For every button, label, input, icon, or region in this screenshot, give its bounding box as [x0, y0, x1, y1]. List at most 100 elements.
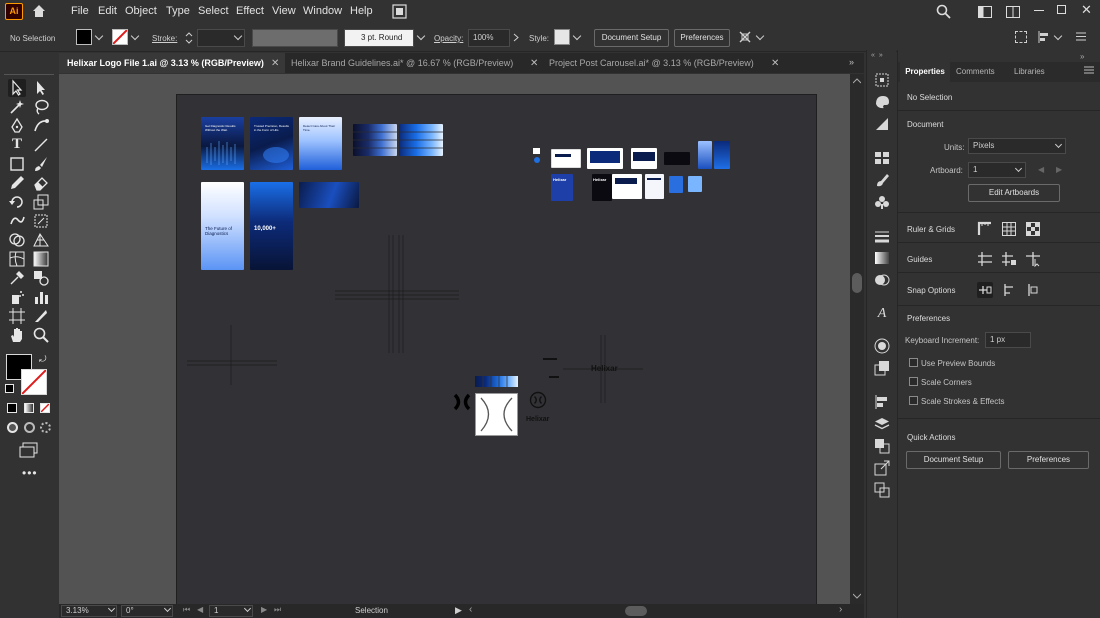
scale-tool-icon[interactable] — [32, 193, 50, 211]
show-guides-icon[interactable] — [977, 251, 993, 267]
logo-mark-on-white[interactable] — [475, 393, 518, 436]
swatches-panel-icon[interactable] — [874, 150, 890, 166]
dock-collapse-icon[interactable]: « » — [871, 52, 893, 59]
next-artboard-arrow[interactable]: ▶ — [1056, 165, 1062, 174]
align-panel-icon[interactable] — [874, 394, 890, 410]
previous-artboard-icon[interactable]: ◀ — [197, 605, 203, 614]
home-icon[interactable] — [32, 4, 46, 18]
previous-artboard-arrow[interactable]: ◀ — [1038, 165, 1044, 174]
align-dropdown-icon[interactable] — [1053, 31, 1063, 41]
edit-artboards-button[interactable]: Edit Artboards — [968, 184, 1060, 202]
menu-edit[interactable]: Edit — [98, 5, 117, 17]
column-graph-tool-icon[interactable] — [32, 288, 50, 306]
menu-object[interactable]: Object — [125, 5, 157, 17]
warp-tool-icon[interactable] — [8, 212, 26, 230]
tab-properties[interactable]: Properties — [900, 62, 950, 82]
menu-type[interactable]: Type — [166, 5, 190, 17]
gradient-panel-icon[interactable] — [874, 250, 890, 266]
rotate-tool-icon[interactable] — [8, 193, 26, 211]
tab-libraries[interactable]: Libraries — [1014, 62, 1045, 82]
style-dropdown-icon[interactable] — [572, 31, 582, 41]
artboard-tool-icon[interactable] — [8, 307, 26, 325]
scale-strokes-checkbox[interactable] — [909, 396, 918, 405]
curvature-tool-icon[interactable] — [32, 117, 50, 135]
menu-view[interactable]: View — [272, 5, 296, 17]
tab-helixar-logo-file[interactable]: Helixar Logo File 1.ai @ 3.13 % (RGB/Pre… — [59, 53, 285, 73]
last-artboard-icon[interactable]: ⏭ — [274, 605, 281, 615]
card-thumbnail[interactable] — [631, 148, 657, 169]
magic-wand-icon[interactable] — [8, 98, 26, 116]
vertical-scroll-thumb[interactable] — [852, 273, 862, 293]
brush-dropdown-icon[interactable] — [416, 31, 426, 41]
workspace-switcher-icon[interactable] — [978, 6, 992, 18]
draw-normal-icon[interactable] — [7, 422, 18, 433]
scroll-down-icon[interactable] — [853, 593, 861, 599]
poster-thumbnail[interactable]: Get Diagnostic Results Without the Wait. — [201, 117, 244, 170]
rectangle-tool-icon[interactable] — [8, 155, 26, 173]
transparency-grid-icon[interactable] — [1025, 221, 1041, 237]
transform-panel-icon[interactable] — [874, 72, 890, 88]
perspective-grid-tool-icon[interactable] — [32, 231, 50, 249]
symbol-sprayer-tool-icon[interactable] — [8, 288, 26, 306]
flyer-thumbnail[interactable] — [645, 174, 664, 199]
stroke-label[interactable]: Stroke: — [152, 34, 177, 43]
paintbrush-tool-icon[interactable] — [32, 155, 50, 173]
opacity-field[interactable]: 100% — [468, 29, 510, 47]
units-dropdown[interactable]: Pixels — [968, 138, 1066, 154]
logo-mark-circle[interactable] — [529, 391, 547, 409]
sticker-thumbnail[interactable] — [688, 176, 702, 192]
zoom-tool-icon[interactable] — [32, 326, 50, 344]
brushes-panel-icon[interactable] — [874, 172, 890, 188]
close-tab-icon[interactable]: ✕ — [271, 58, 279, 69]
close-window-icon[interactable]: ✕ — [1081, 2, 1092, 18]
scroll-left-icon[interactable]: ‹ — [469, 604, 472, 615]
business-card-thumbnail[interactable] — [551, 149, 581, 168]
grid-icon[interactable] — [1001, 221, 1017, 237]
align-icon[interactable] — [1038, 31, 1052, 43]
eraser-tool-icon[interactable] — [32, 174, 50, 192]
draw-inside-icon[interactable] — [40, 422, 51, 433]
tabs-overflow-icon[interactable]: » — [849, 57, 854, 67]
artboards-panel-icon[interactable] — [874, 438, 890, 454]
draw-behind-icon[interactable] — [24, 422, 35, 433]
search-icon[interactable] — [936, 4, 951, 19]
graphic-style-swatch[interactable] — [554, 29, 570, 45]
none-mode-icon[interactable] — [40, 403, 50, 413]
stroke-color-swatch[interactable] — [21, 369, 47, 395]
phone-screen-thumbnail[interactable] — [714, 141, 730, 169]
document-setup-button[interactable]: Document Setup — [594, 29, 669, 47]
close-tab-icon[interactable]: ✕ — [530, 58, 538, 69]
screen-mode-icon[interactable] — [19, 442, 39, 458]
restore-icon[interactable] — [1057, 5, 1066, 14]
logo-wordmark[interactable]: Helixar — [526, 416, 549, 423]
keyboard-increment-field[interactable]: 1 px — [985, 332, 1031, 348]
blend-tool-icon[interactable] — [32, 269, 50, 287]
slice-tool-icon[interactable] — [32, 307, 50, 325]
poster-thumbnail[interactable]: The Future of Diagnostics — [201, 182, 244, 270]
smart-guides-icon[interactable] — [1025, 251, 1041, 267]
preferences-button[interactable]: Preferences — [674, 29, 730, 47]
artboard[interactable]: Get Diagnostic Results Without the Wait.… — [176, 94, 817, 606]
menu-select[interactable]: Select — [198, 5, 229, 17]
tab-comments[interactable]: Comments — [956, 62, 995, 82]
opacity-expand-icon[interactable] — [513, 33, 519, 42]
lasso-icon[interactable] — [32, 98, 50, 116]
current-tool-readout[interactable]: Selection — [355, 606, 388, 615]
scale-corners-checkbox[interactable] — [909, 377, 918, 386]
tools-panel-grip[interactable] — [4, 74, 54, 78]
use-preview-bounds-checkbox[interactable] — [909, 358, 918, 367]
puppet-warp-icon[interactable] — [738, 30, 752, 44]
pencil-tool-icon[interactable] — [8, 174, 26, 192]
gradient-tool-icon[interactable] — [32, 250, 50, 268]
menu-window[interactable]: Window — [303, 5, 342, 17]
tab-project-post-carousel[interactable]: Project Post Carousel.ai* @ 3.13 % (RGB/… — [541, 53, 763, 73]
pen-tool-icon[interactable] — [8, 117, 26, 135]
symbols-panel-icon[interactable] — [874, 194, 890, 210]
rulers-icon[interactable] — [977, 221, 993, 237]
color-guide-panel-icon[interactable] — [874, 116, 890, 132]
vertical-scrollbar[interactable] — [850, 74, 864, 604]
type-tool-icon[interactable]: T — [8, 136, 26, 154]
first-artboard-icon[interactable]: ⏮ — [183, 605, 190, 615]
poster-thumbnail[interactable]: Detect Care About Their Time. — [299, 117, 342, 170]
opacity-label[interactable]: Opacity: — [434, 34, 463, 43]
